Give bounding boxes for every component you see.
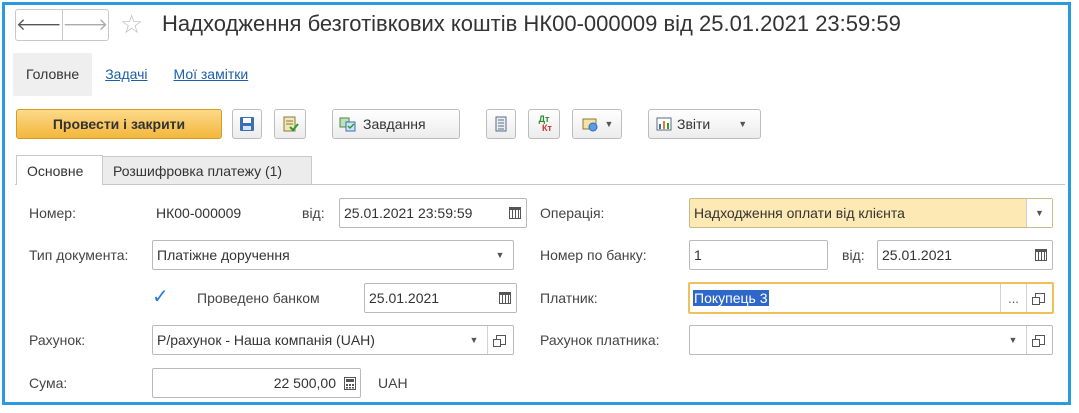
date-from-label: від: [302,205,325,221]
print-icon [582,118,598,132]
tab-divider [15,184,1065,185]
reports-button[interactable]: Звіти ▼ [648,109,761,139]
post-and-close-button[interactable]: Провести і закрити [16,109,222,139]
bank-number-label: Номер по банку: [540,247,647,263]
nav-main[interactable]: Головне [13,53,93,96]
amount-field[interactable]: 22 500,00 [152,368,361,398]
reports-label: Звіти [677,116,711,132]
dt-kt-button[interactable]: Дт Кт [528,109,560,139]
dropdown-icon[interactable]: ▼ [1026,199,1052,227]
bank-number-field[interactable]: 1 [689,240,828,270]
tasks-label: Завдання [363,116,426,132]
currency-label: UAH [378,375,408,391]
reports-icon [656,117,672,131]
doc-type-label: Тип документа: [29,247,129,263]
dropdown-icon[interactable]: ▼ [461,326,487,354]
ellipsis-button[interactable]: ... [1000,284,1026,312]
payer-value: Покупець 3 [693,290,769,306]
tab-main[interactable]: Основне [16,155,103,185]
operation-select[interactable]: Надходження оплати від клієнта ▼ [689,198,1053,228]
nav-notes[interactable]: Мої замітки [161,53,262,96]
tasks-button[interactable]: Завдання [332,109,460,139]
post-button[interactable] [274,109,306,139]
forward-arrow-icon[interactable]: 🡒 [61,10,108,40]
payer-label: Платник: [540,290,598,306]
number-label: Номер: [29,205,76,221]
chevron-down-icon: ▼ [738,119,748,129]
posted-label: Проведено банком [197,290,320,306]
history-nav: 🡐 🡒 [15,9,109,41]
list-button[interactable] [486,109,516,139]
bank-date-from-label: від: [842,247,865,263]
dropdown-icon[interactable]: ▼ [1000,326,1026,354]
payer-account-select[interactable]: ▼ [689,325,1053,355]
nav-tasks[interactable]: Задачі [92,53,160,96]
list-icon [495,116,507,132]
tasks-icon [339,117,356,132]
calculator-icon[interactable] [340,369,360,397]
payer-field[interactable]: Покупець 3 ... [688,282,1054,314]
calendar-icon[interactable] [504,199,526,227]
operation-label: Операція: [540,205,605,221]
account-select[interactable]: Р/рахунок - Наша компанія (UAH) ▼ [152,325,514,355]
payer-account-label: Рахунок платника: [540,332,660,348]
save-icon [240,117,254,131]
print-button[interactable]: ▼ [572,109,622,139]
open-icon[interactable] [487,326,513,354]
account-label: Рахунок: [29,332,86,348]
star-icon[interactable]: ☆ [120,9,143,39]
posted-date-field[interactable]: 25.01.2021 [364,283,517,313]
date-field[interactable]: 25.01.2021 23:59:59 [339,198,527,228]
dt-kt-icon-bottom: Кт [542,123,552,133]
chevron-down-icon: ▼ [604,119,614,129]
open-icon[interactable] [1026,326,1052,354]
amount-label: Сума: [29,375,68,391]
tab-payment-breakdown[interactable]: Розшифровка платежу (1) [102,156,312,184]
dropdown-icon[interactable]: ▼ [487,241,513,269]
calendar-icon[interactable] [494,284,516,312]
post-icon [283,116,299,132]
save-button[interactable] [232,109,262,139]
page-title: Надходження безготівкових коштів НК00-00… [162,11,901,36]
calendar-icon[interactable] [1030,241,1052,269]
open-icon[interactable] [1026,284,1052,312]
back-arrow-icon[interactable]: 🡐 [16,10,62,40]
form-nav: Головне Задачі Мої замітки [13,53,261,96]
posted-checkbox[interactable]: ✓ [152,287,169,307]
bank-date-field[interactable]: 25.01.2021 [877,240,1053,270]
doc-type-select[interactable]: Платіжне доручення ▼ [152,240,514,270]
number-field[interactable]: НК00-000009 [152,198,289,228]
